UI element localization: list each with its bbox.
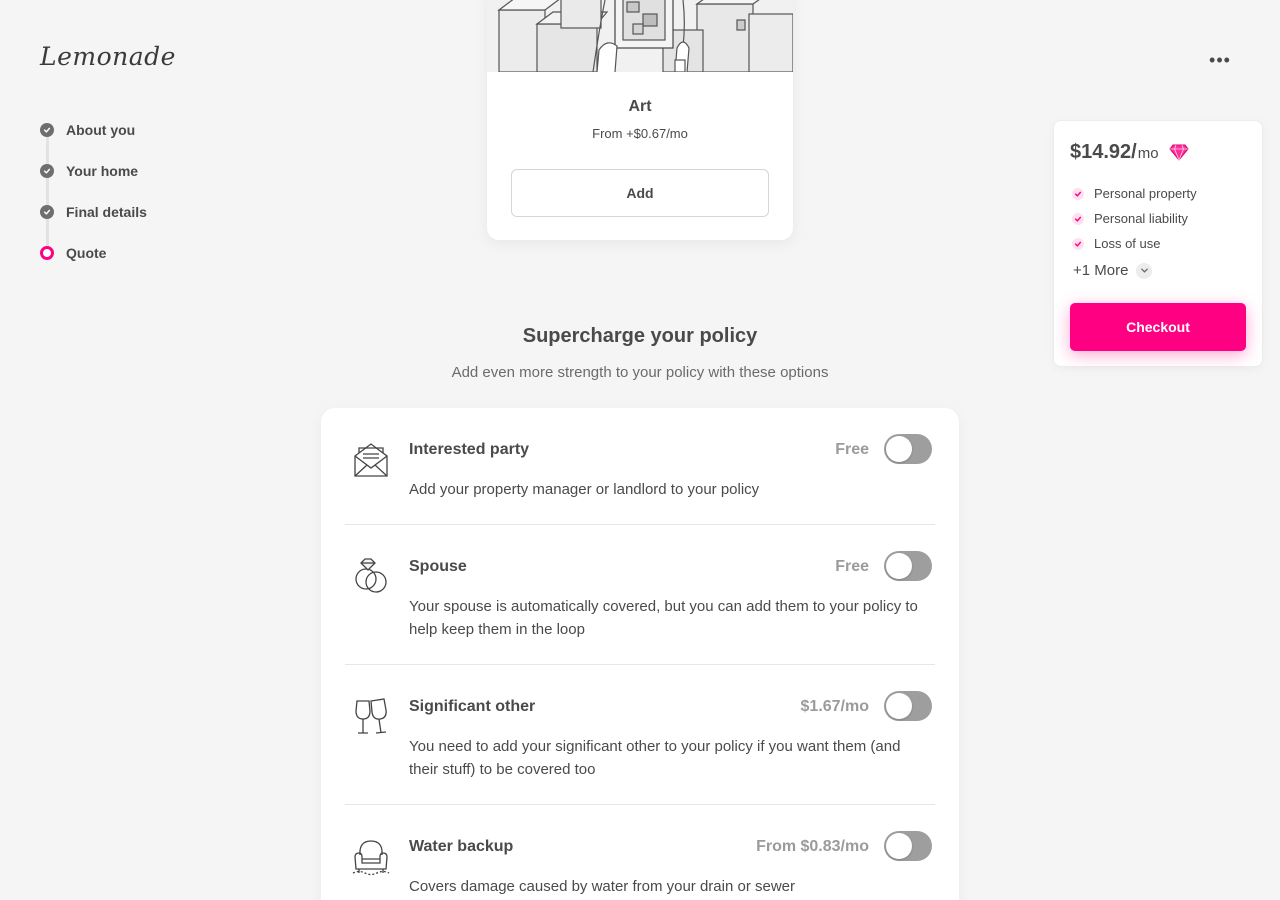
- option-price: Free: [835, 441, 869, 458]
- more-coverages-label: +1 More: [1073, 262, 1129, 279]
- option-description: You need to add your significant other t…: [409, 738, 901, 778]
- step-label: Your home: [66, 163, 139, 179]
- spouse-toggle[interactable]: [884, 551, 932, 581]
- option-description: Add your property manager or landlord to…: [409, 481, 760, 498]
- check-icon: [1072, 187, 1084, 200]
- option-description: Your spouse is automatically covered, bu…: [409, 598, 918, 638]
- option-description: Covers damage caused by water from your …: [409, 878, 796, 895]
- coverage-list: Personal property Personal liability Los…: [1072, 181, 1197, 256]
- quote-period: mo: [1137, 145, 1159, 162]
- step-quote[interactable]: Quote: [40, 241, 147, 282]
- more-coverages-toggle[interactable]: +1 More: [1073, 262, 1153, 279]
- policy-options-card: Interested party Free Add your property …: [321, 408, 959, 900]
- interested-party-toggle[interactable]: [884, 434, 932, 464]
- check-icon: [1072, 212, 1084, 225]
- step-your-home[interactable]: Your home: [40, 159, 147, 200]
- progress-steps: About you Your home Final details Quote: [40, 118, 147, 282]
- armchair-icon: [352, 840, 390, 876]
- divider: [345, 804, 935, 805]
- option-title: Interested party: [409, 441, 530, 458]
- quote-price: $14.92/ mo: [1070, 141, 1159, 164]
- art-price: From +$0.67/mo: [592, 126, 688, 141]
- step-about-you[interactable]: About you: [40, 118, 147, 159]
- step-check-icon: [40, 164, 54, 178]
- art-title: Art: [628, 98, 652, 115]
- step-active-icon: [40, 246, 54, 260]
- option-title: Significant other: [409, 698, 536, 715]
- chevron-down-icon: [1136, 262, 1153, 279]
- quote-amount: $14.92/: [1070, 141, 1137, 163]
- option-title: Water backup: [409, 838, 514, 855]
- option-price: $1.67/mo: [800, 698, 869, 715]
- lemonade-logo[interactable]: Lemonade: [40, 42, 176, 71]
- wine-glasses-icon: [355, 698, 387, 734]
- step-label: About you: [66, 122, 136, 138]
- art-illustration: [487, 0, 793, 72]
- section-title: Supercharge your policy: [522, 325, 758, 347]
- coverage-label: Loss of use: [1094, 236, 1161, 251]
- step-check-icon: [40, 123, 54, 137]
- coverage-label: Personal liability: [1094, 211, 1188, 226]
- step-check-icon: [40, 205, 54, 219]
- more-options-icon[interactable]: •••: [1208, 48, 1232, 72]
- check-icon: [1072, 237, 1084, 250]
- option-title: Spouse: [409, 558, 467, 575]
- envelope-icon: [354, 443, 388, 477]
- art-coverage-card: Art From +$0.67/mo Add: [487, 0, 793, 240]
- coverage-item: Loss of use: [1072, 231, 1197, 256]
- option-price: Free: [835, 558, 869, 575]
- gem-icon: [1169, 144, 1189, 161]
- step-label: Final details: [66, 204, 147, 220]
- option-price: From $0.83/mo: [756, 838, 869, 855]
- step-label: Quote: [66, 245, 107, 261]
- coverage-label: Personal property: [1094, 186, 1197, 201]
- add-art-button[interactable]: Add: [511, 169, 769, 217]
- water-backup-toggle[interactable]: [884, 831, 932, 861]
- step-final-details[interactable]: Final details: [40, 200, 147, 241]
- rings-icon: [355, 558, 387, 593]
- divider: [345, 524, 935, 525]
- divider: [345, 664, 935, 665]
- coverage-item: Personal liability: [1072, 206, 1197, 231]
- significant-other-toggle[interactable]: [884, 691, 932, 721]
- coverage-item: Personal property: [1072, 181, 1197, 206]
- section-subtitle: Add even more strength to your policy wi…: [451, 364, 829, 381]
